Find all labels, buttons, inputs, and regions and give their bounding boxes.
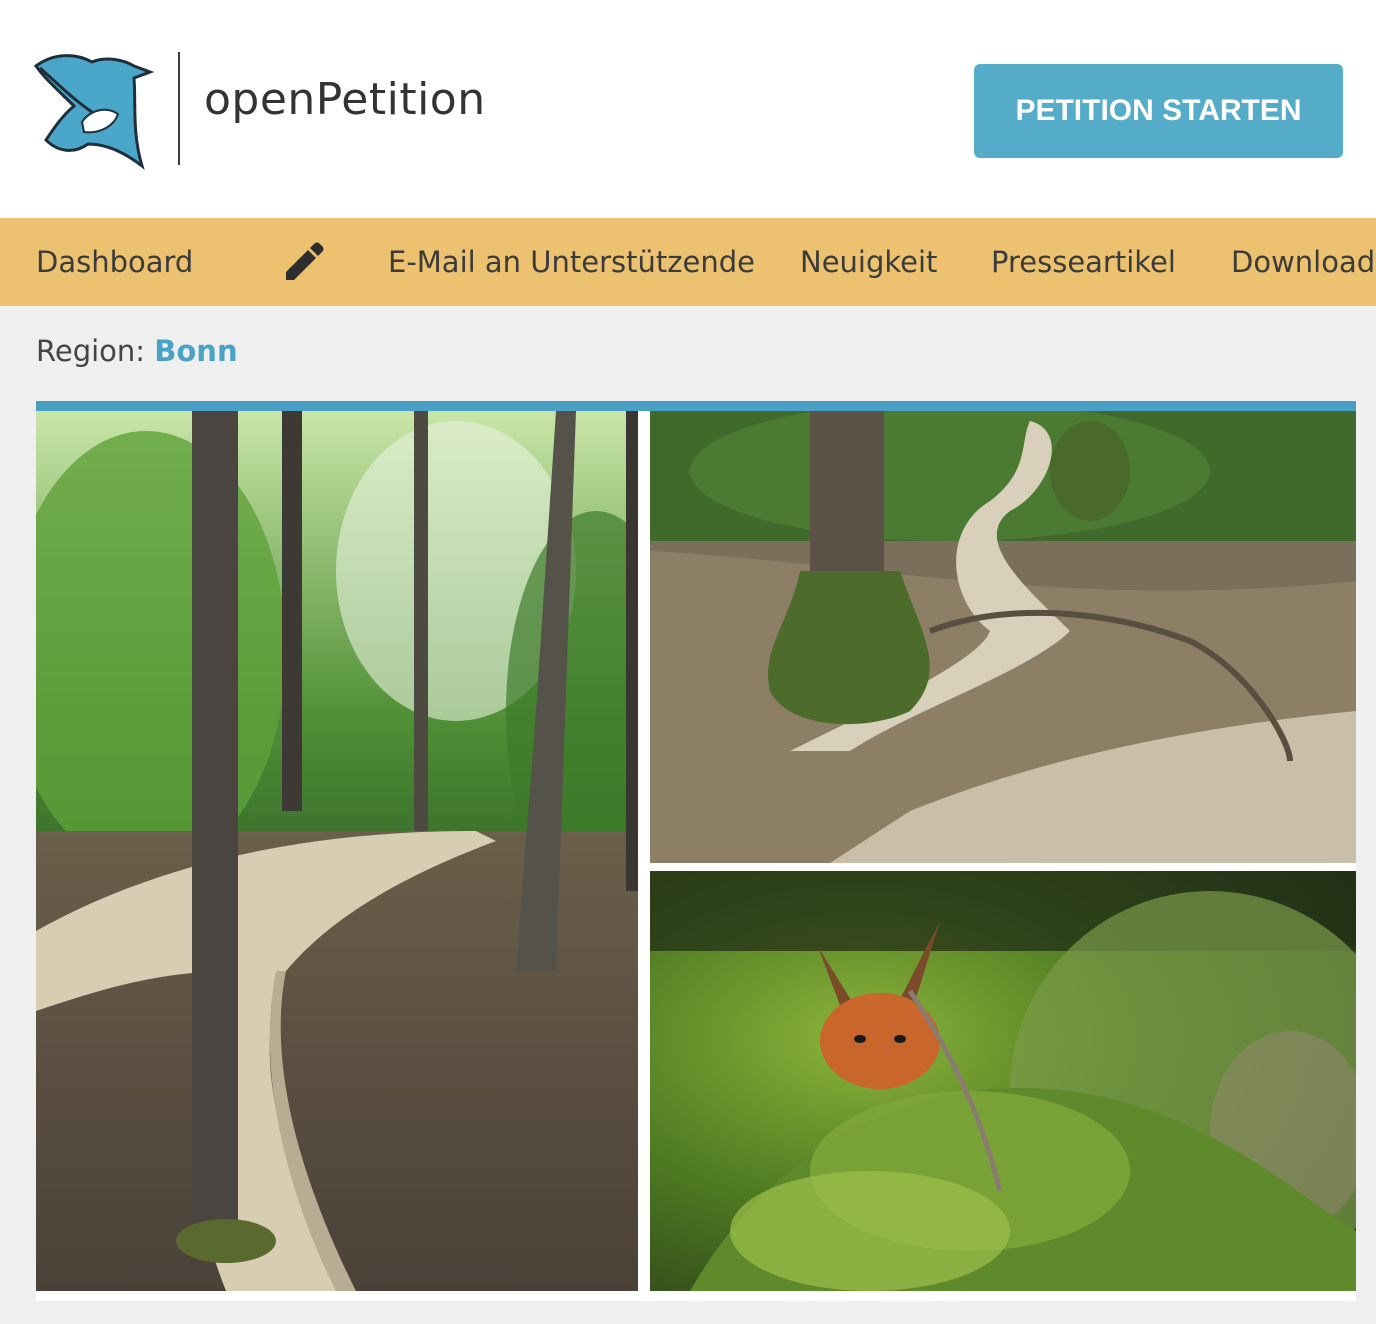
nav-dashboard[interactable]: Dashboard <box>36 218 193 306</box>
logo-wordmark[interactable]: openPetition <box>204 74 486 125</box>
nav-download[interactable]: Download <box>1231 218 1375 306</box>
nav-press-articles[interactable]: Presseartikel <box>991 218 1176 306</box>
petition-image-collage <box>36 401 1356 1301</box>
region-label: Region: <box>36 334 146 368</box>
forest-trail-photo <box>36 411 638 1291</box>
openpetition-bird-logo[interactable] <box>34 44 154 172</box>
tree-roots-trail-photo <box>650 411 1356 863</box>
nav-news[interactable]: Neuigkeit <box>800 218 937 306</box>
fox-in-bushes-photo <box>650 871 1356 1291</box>
site-header: openPetition PETITION STARTEN <box>0 0 1376 218</box>
region-line: Region: Bonn <box>36 334 238 368</box>
region-link-bonn[interactable]: Bonn <box>154 334 237 368</box>
start-petition-button[interactable]: PETITION STARTEN <box>974 64 1343 158</box>
petition-nav-bar: Dashboard E-Mail an Unterstützende Neuig… <box>0 218 1376 306</box>
pencil-icon[interactable] <box>282 240 326 284</box>
logo-divider <box>178 52 180 165</box>
nav-email-supporters[interactable]: E-Mail an Unterstützende <box>388 218 755 306</box>
